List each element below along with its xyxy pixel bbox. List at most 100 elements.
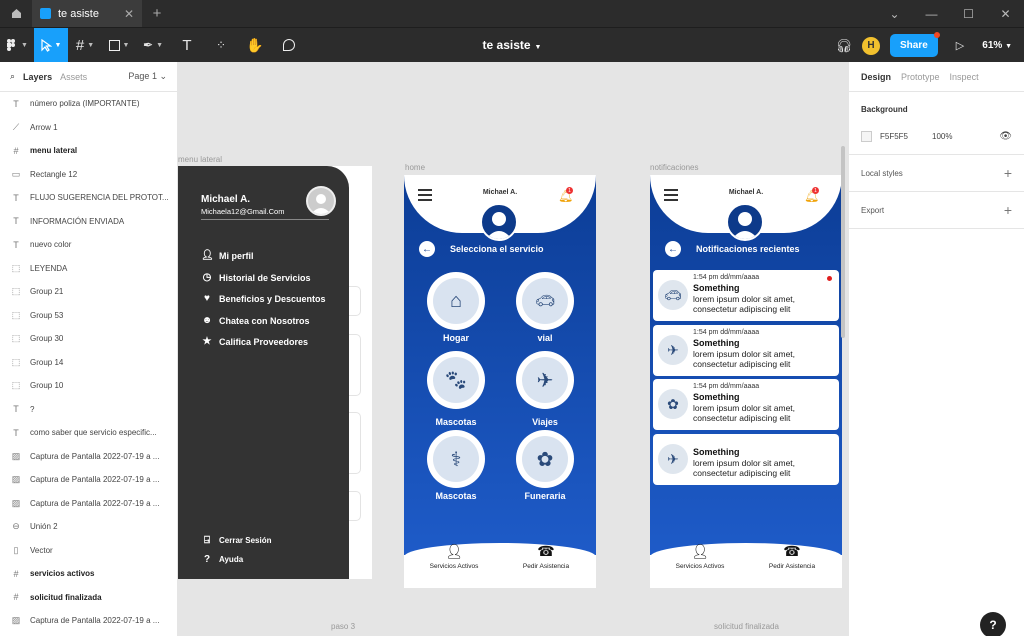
background-opacity-input[interactable]: 100% bbox=[932, 132, 952, 141]
tab-design[interactable]: Design bbox=[861, 72, 891, 82]
menu-item-beneficios[interactable]: ♥ Beneficios y Descuentos bbox=[201, 293, 326, 304]
notification-card[interactable]: 🚗︎ 1:54 pm dd/mm/aaaa Something lorem ip… bbox=[653, 270, 839, 321]
frame-tool-button[interactable]: # ▼ bbox=[68, 28, 102, 63]
present-icon[interactable]: ▷ bbox=[956, 39, 964, 52]
layer-row[interactable]: Tnuevo color bbox=[0, 233, 177, 257]
zoom-menu[interactable]: 61% ▼ bbox=[982, 40, 1012, 51]
pen-tool-button[interactable]: ✒ ▼ bbox=[136, 28, 170, 63]
layer-row[interactable]: Tcomo saber que servicio especific... bbox=[0, 421, 177, 445]
tab-prototype[interactable]: Prototype bbox=[901, 72, 940, 82]
add-style-icon[interactable]: + bbox=[1004, 165, 1012, 181]
layer-row[interactable]: ▨ Captura de Pantalla 2022-07-19 a ... bbox=[0, 445, 177, 469]
home-frame[interactable]: Michael A. 🔔︎ 1 ← Selecciona el servicio … bbox=[404, 175, 596, 588]
tab-inspect[interactable]: Inspect bbox=[950, 72, 979, 82]
service-vial[interactable]: 🚗︎ vial bbox=[510, 272, 580, 343]
layer-row[interactable]: T? bbox=[0, 398, 177, 422]
menu-item-cerrar-sesion[interactable]: ⍈ Cerrar Sesión bbox=[201, 535, 271, 546]
close-tab-icon[interactable]: ✕ bbox=[124, 7, 134, 21]
canvas[interactable]: menu lateral home notificaciones paso 3 … bbox=[178, 62, 848, 636]
tab-layers[interactable]: Layers bbox=[23, 72, 52, 82]
new-tab-button[interactable]: + bbox=[142, 0, 172, 27]
minimize-button[interactable]: — bbox=[913, 0, 950, 27]
menu-item-historial[interactable]: ◷ Historial de Servicios bbox=[201, 272, 311, 283]
layer-row[interactable]: ▨ Captura de Pantalla 2022-07-19 a ... bbox=[0, 609, 177, 633]
layer-row[interactable]: ▨ Captura de Pantalla 2022-07-19 a ... bbox=[0, 468, 177, 492]
comment-tool-button[interactable] bbox=[272, 28, 306, 63]
menu-lateral-frame[interactable]: Michael A. Michaela12@Gmail.Com 👤︎ Mi per… bbox=[178, 166, 372, 579]
layer-row[interactable]: ⟋ Arrow 1 bbox=[0, 116, 177, 140]
close-window-button[interactable]: ✕ bbox=[987, 0, 1024, 27]
frame-label-paso-3[interactable]: paso 3 bbox=[331, 622, 355, 631]
notification-card[interactable]: ✿ 1:54 pm dd/mm/aaaa Something lorem ips… bbox=[653, 379, 839, 430]
menu-item-califica[interactable]: ★ Califica Proveedores bbox=[201, 336, 309, 347]
layer-row[interactable]: ⬚ Group 10 bbox=[0, 374, 177, 398]
user-avatar[interactable]: H bbox=[862, 36, 880, 55]
home-icon[interactable] bbox=[0, 0, 32, 27]
notification-card[interactable]: ✈ 1:54 pm dd/mm/aaaa Something lorem ips… bbox=[653, 325, 839, 376]
layer-row[interactable]: ⊖ Unión 2 bbox=[0, 515, 177, 539]
service-viajes[interactable]: ✈ Viajes bbox=[510, 351, 580, 427]
back-arrow-icon[interactable]: ← bbox=[665, 241, 681, 257]
service-hogar[interactable]: ⌂ Hogar bbox=[421, 272, 491, 343]
layer-row[interactable]: ⬚ Group 21 bbox=[0, 280, 177, 304]
add-export-icon[interactable]: + bbox=[1004, 202, 1012, 218]
menu-avatar[interactable] bbox=[306, 186, 336, 216]
main-menu-button[interactable]: ▼ bbox=[0, 28, 34, 63]
help-button[interactable]: ? bbox=[980, 612, 1006, 636]
hand-tool-button[interactable]: ✋ bbox=[238, 28, 272, 63]
layer-row[interactable]: ⬚ LEYENDA bbox=[0, 257, 177, 281]
notification-card[interactable]: ✈ Something lorem ipsum dolor sit amet, … bbox=[653, 434, 839, 485]
canvas-scrollbar[interactable] bbox=[841, 146, 845, 338]
nav-pedir-asistencia[interactable]: ☎ Pedir Asistencia bbox=[752, 543, 832, 570]
layer-label: LEYENDA bbox=[30, 263, 68, 273]
eye-icon[interactable]: 👁︎ bbox=[999, 131, 1012, 142]
bell-icon[interactable]: 🔔︎ 1 bbox=[804, 187, 819, 203]
background-swatch[interactable] bbox=[861, 130, 872, 142]
move-tool-button[interactable]: ▼ bbox=[34, 27, 68, 63]
user-avatar[interactable] bbox=[726, 203, 764, 241]
shape-tool-button[interactable]: ▼ bbox=[102, 28, 136, 63]
layer-row[interactable]: # servicios activos bbox=[0, 562, 177, 586]
nav-servicios-activos[interactable]: 👤︎ Servicios Activos bbox=[414, 543, 494, 570]
menu-item-ayuda[interactable]: ? Ayuda bbox=[201, 554, 243, 565]
share-button[interactable]: Share bbox=[890, 32, 940, 57]
frame-label-notificaciones[interactable]: notificaciones bbox=[650, 163, 698, 172]
vector-icon: ▯ bbox=[13, 544, 19, 555]
text-tool-button[interactable]: T bbox=[170, 28, 204, 63]
nav-pedir-asistencia[interactable]: ☎ Pedir Asistencia bbox=[506, 543, 586, 570]
search-icon[interactable]: ⌕ bbox=[10, 71, 15, 82]
layer-row[interactable]: # solicitud finalizada bbox=[0, 586, 177, 610]
headphones-icon[interactable]: 🎧︎ bbox=[835, 38, 852, 54]
file-tab[interactable]: te asiste ✕ bbox=[32, 0, 142, 27]
frame-label-menu[interactable]: menu lateral bbox=[178, 155, 222, 164]
back-arrow-icon[interactable]: ← bbox=[419, 241, 435, 257]
menu-item-mi-perfil[interactable]: 👤︎ Mi perfil bbox=[201, 250, 254, 261]
layer-row[interactable]: ⬚ Group 14 bbox=[0, 351, 177, 375]
chevron-down-icon[interactable]: ⌄ bbox=[876, 0, 913, 27]
frame-label-home[interactable]: home bbox=[405, 163, 425, 172]
menu-item-chatea[interactable]: ☻ Chatea con Nosotros bbox=[201, 315, 310, 326]
layer-row[interactable]: ⬚ Group 30 bbox=[0, 327, 177, 351]
layer-row[interactable]: # menu lateral bbox=[0, 139, 177, 163]
tab-assets[interactable]: Assets bbox=[60, 72, 87, 82]
layer-row[interactable]: ▯ Vector bbox=[0, 539, 177, 563]
layer-row[interactable]: ⬚ Group 53 bbox=[0, 304, 177, 328]
service-mascotas[interactable]: 🐾︎ Mascotas bbox=[421, 351, 491, 427]
background-hex-input[interactable]: F5F5F5 bbox=[880, 132, 908, 141]
maximize-button[interactable]: ☐ bbox=[950, 0, 987, 27]
user-avatar[interactable] bbox=[480, 203, 518, 241]
service-mascotas-2[interactable]: ⚕ Mascotas bbox=[421, 430, 491, 501]
page-selector[interactable]: Page 1 ⌄ bbox=[128, 71, 167, 82]
layer-label: Group 30 bbox=[30, 334, 64, 344]
layer-row[interactable]: ▭ Rectangle 12 bbox=[0, 163, 177, 187]
notificaciones-frame[interactable]: Michael A. 🔔︎ 1 ← Notificaciones reciente… bbox=[650, 175, 842, 588]
frame-label-solicitud-finalizada[interactable]: solicitud finalizada bbox=[714, 622, 779, 631]
layer-row[interactable]: Tnúmero poliza (IMPORTANTE) bbox=[0, 92, 177, 116]
layer-row[interactable]: ▨ Captura de Pantalla 2022-07-19 a ... bbox=[0, 492, 177, 516]
nav-servicios-activos[interactable]: 👤︎ Servicios Activos bbox=[660, 543, 740, 570]
layer-row[interactable]: T INFORMACIÓN ENVIADA bbox=[0, 210, 177, 234]
bell-icon[interactable]: 🔔︎ 1 bbox=[558, 187, 573, 203]
service-funeraria[interactable]: ✿ Funeraria bbox=[510, 430, 580, 501]
resources-button[interactable]: ⁘ bbox=[204, 28, 238, 63]
layer-row[interactable]: T FLUJO SUGERENCIA DEL PROTOT... bbox=[0, 186, 177, 210]
